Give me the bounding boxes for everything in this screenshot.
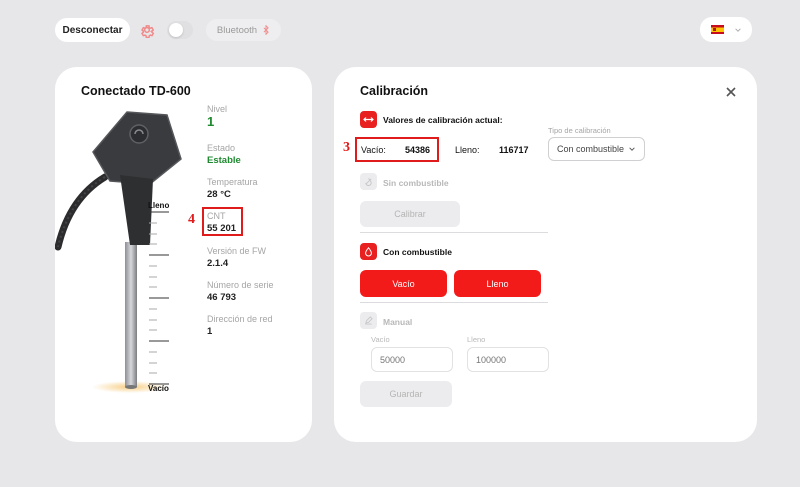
info-label: Dirección de red <box>207 314 273 324</box>
bluetooth-button[interactable]: Bluetooth <box>206 19 281 41</box>
manual-label: Manual <box>383 317 413 327</box>
manual-empty-input[interactable] <box>371 347 453 372</box>
toggle-knob <box>169 23 183 37</box>
info-status: Estado Estable <box>207 143 241 167</box>
firmware-value: 2.1.4 <box>207 258 229 269</box>
calibration-type-select[interactable]: Con combustible <box>548 137 645 161</box>
device-title: Conectado TD-600 <box>81 84 191 98</box>
gear-icon[interactable] <box>139 22 155 38</box>
divider <box>360 302 548 303</box>
full-value-label: Lleno: <box>455 145 480 155</box>
no-fuel-label: Sin combustible <box>383 178 449 188</box>
level-value: 1 <box>207 114 215 129</box>
temperature-value: 28 °C <box>207 189 231 200</box>
calibration-type-label: Tipo de calibración <box>548 126 611 135</box>
edit-icon[interactable] <box>360 312 377 329</box>
info-level: Nivel 1 <box>207 104 227 128</box>
annotation-number-4: 4 <box>188 212 195 227</box>
info-label: Estado <box>207 143 236 153</box>
calibration-type-selected: Con combustible <box>557 144 625 154</box>
full-button[interactable]: Lleno <box>454 270 541 297</box>
chevron-down-icon <box>734 27 741 32</box>
cnt-highlight-box <box>202 207 243 236</box>
language-selector[interactable] <box>700 17 752 42</box>
scale-full-label: Lleno <box>148 201 170 210</box>
full-value: 116717 <box>499 145 529 155</box>
resize-arrows-icon <box>360 111 377 128</box>
serial-value: 46 793 <box>207 292 237 303</box>
scale-empty-label: Vacío <box>148 384 169 393</box>
device-card: Conectado TD-600 Lleno Vacío Nivel 1 Est… <box>55 67 312 442</box>
info-firmware: Versión de FW 2.1.4 <box>207 246 266 270</box>
close-icon[interactable] <box>726 87 736 97</box>
annotation-number-3: 3 <box>343 140 350 155</box>
spain-flag-icon <box>710 25 724 34</box>
disconnect-button[interactable]: Desconectar <box>55 18 130 42</box>
info-network-address: Dirección de red 1 <box>207 314 273 338</box>
manual-full-input[interactable] <box>467 347 549 372</box>
fuel-drop-icon[interactable] <box>360 243 377 260</box>
bluetooth-label: Bluetooth <box>216 24 258 36</box>
info-temperature: Temperatura 28 °C <box>207 177 258 201</box>
empty-value-highlight-box <box>355 137 439 162</box>
status-value: Estable <box>207 155 241 166</box>
empty-button[interactable]: Vacío <box>360 270 447 297</box>
toggle-switch[interactable] <box>167 21 193 39</box>
sensor-illustration <box>55 111 182 393</box>
bluetooth-icon <box>263 25 269 35</box>
with-fuel-label: Con combustible <box>383 247 452 257</box>
calibration-title: Calibración <box>360 84 429 98</box>
manual-full-label: Lleno <box>467 335 486 344</box>
chevron-down-icon <box>629 147 635 151</box>
network-address-value: 1 <box>207 326 213 337</box>
info-label: Versión de FW <box>207 246 267 256</box>
info-label: Temperatura <box>207 177 258 187</box>
calibrate-button[interactable]: Calibrar <box>360 201 460 227</box>
no-fuel-icon[interactable] <box>360 173 377 190</box>
save-button[interactable]: Guardar <box>360 381 452 407</box>
info-label: Número de serie <box>207 280 274 290</box>
info-serial: Número de serie 46 793 <box>207 280 274 304</box>
current-values-label: Valores de calibración actual: <box>383 115 503 125</box>
manual-empty-label: Vacío <box>371 335 390 344</box>
divider <box>360 232 548 233</box>
